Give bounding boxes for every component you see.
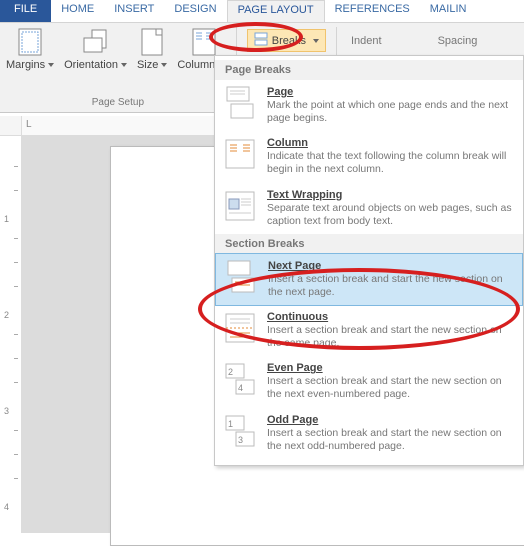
menu-column-break[interactable]: Column Indicate that the text following … (215, 131, 523, 182)
menu-item-desc: Insert a section break and start the new… (267, 427, 513, 453)
menu-item-desc: Mark the point at which one page ends an… (267, 99, 513, 125)
breaks-icon (254, 32, 268, 49)
menu-item-title: Text Wrapping (267, 189, 513, 201)
orientation-button[interactable]: Orientation (64, 27, 127, 71)
margins-label: Margins (6, 59, 45, 71)
tab-home[interactable]: HOME (51, 0, 104, 22)
menu-next-page-section-break[interactable]: Next Page Insert a section break and sta… (215, 253, 523, 306)
chevron-down-icon (48, 63, 54, 67)
menu-item-title: Page (267, 86, 513, 98)
page-setup-group-label: Page Setup (6, 97, 230, 110)
menu-item-desc: Insert a section break and start the new… (268, 273, 512, 299)
even-page-section-break-icon: 24 (223, 362, 257, 396)
menu-item-title: Next Page (268, 260, 512, 272)
svg-text:4: 4 (238, 383, 243, 393)
section-breaks-heading: Section Breaks (215, 234, 523, 254)
ruler-corner (0, 116, 22, 136)
spacing-heading: Spacing (436, 31, 480, 47)
menu-item-desc: Separate text around objects on web page… (267, 202, 513, 228)
chevron-down-icon (313, 39, 319, 43)
size-icon (137, 27, 167, 57)
size-label: Size (137, 59, 158, 71)
tab-references[interactable]: REFERENCES (325, 0, 420, 22)
page-break-icon (223, 86, 257, 120)
ruler-mark: 4 (4, 502, 9, 512)
breaks-button[interactable]: Breaks (247, 29, 326, 52)
menu-item-desc: Insert a section break and start the new… (267, 375, 513, 401)
svg-text:1: 1 (228, 419, 233, 429)
size-button[interactable]: Size (137, 27, 167, 71)
breaks-dropdown: Page Breaks Page Mark the point at which… (214, 55, 524, 466)
vertical-ruler[interactable]: 1 2 3 4 (0, 136, 22, 533)
svg-text:3: 3 (238, 435, 243, 445)
breaks-label: Breaks (272, 35, 306, 47)
menu-item-title: Continuous (267, 311, 513, 323)
menu-item-desc: Indicate that the text following the col… (267, 150, 513, 176)
ruler-mark: 1 (4, 214, 9, 224)
tab-insert[interactable]: INSERT (104, 0, 164, 22)
continuous-section-break-icon (223, 311, 257, 345)
ruler-mark: 3 (4, 406, 9, 416)
column-break-icon (223, 137, 257, 171)
page-breaks-heading: Page Breaks (215, 60, 523, 80)
next-page-section-break-icon (224, 260, 258, 294)
svg-text:2: 2 (228, 367, 233, 377)
menu-page-break[interactable]: Page Mark the point at which one page en… (215, 80, 523, 131)
menu-item-desc: Insert a section break and start the new… (267, 324, 513, 350)
text-wrapping-break-icon (223, 189, 257, 223)
menu-item-title: Odd Page (267, 414, 513, 426)
ribbon-tabs: FILE HOME INSERT DESIGN PAGE LAYOUT REFE… (0, 0, 524, 22)
menu-odd-page-section-break[interactable]: 13 Odd Page Insert a section break and s… (215, 408, 523, 459)
menu-even-page-section-break[interactable]: 24 Even Page Insert a section break and … (215, 356, 523, 407)
ruler-top-mark: L (26, 119, 32, 130)
orientation-label: Orientation (64, 59, 118, 71)
menu-continuous-section-break[interactable]: Continuous Insert a section break and st… (215, 305, 523, 356)
tab-file[interactable]: FILE (0, 0, 51, 22)
odd-page-section-break-icon: 13 (223, 414, 257, 448)
chevron-down-icon (121, 63, 127, 67)
menu-item-title: Column (267, 137, 513, 149)
margins-icon (15, 27, 45, 57)
ruler-mark: 2 (4, 310, 9, 320)
columns-icon (189, 27, 219, 57)
tab-mailings[interactable]: MAILIN (420, 0, 477, 22)
tab-page-layout[interactable]: PAGE LAYOUT (227, 0, 325, 22)
menu-text-wrapping-break[interactable]: Text Wrapping Separate text around objec… (215, 183, 523, 234)
margins-button[interactable]: Margins (6, 27, 54, 71)
chevron-down-icon (161, 63, 167, 67)
indent-heading: Indent (349, 31, 384, 47)
menu-item-title: Even Page (267, 362, 513, 374)
tab-design[interactable]: DESIGN (164, 0, 226, 22)
orientation-icon (81, 27, 111, 57)
